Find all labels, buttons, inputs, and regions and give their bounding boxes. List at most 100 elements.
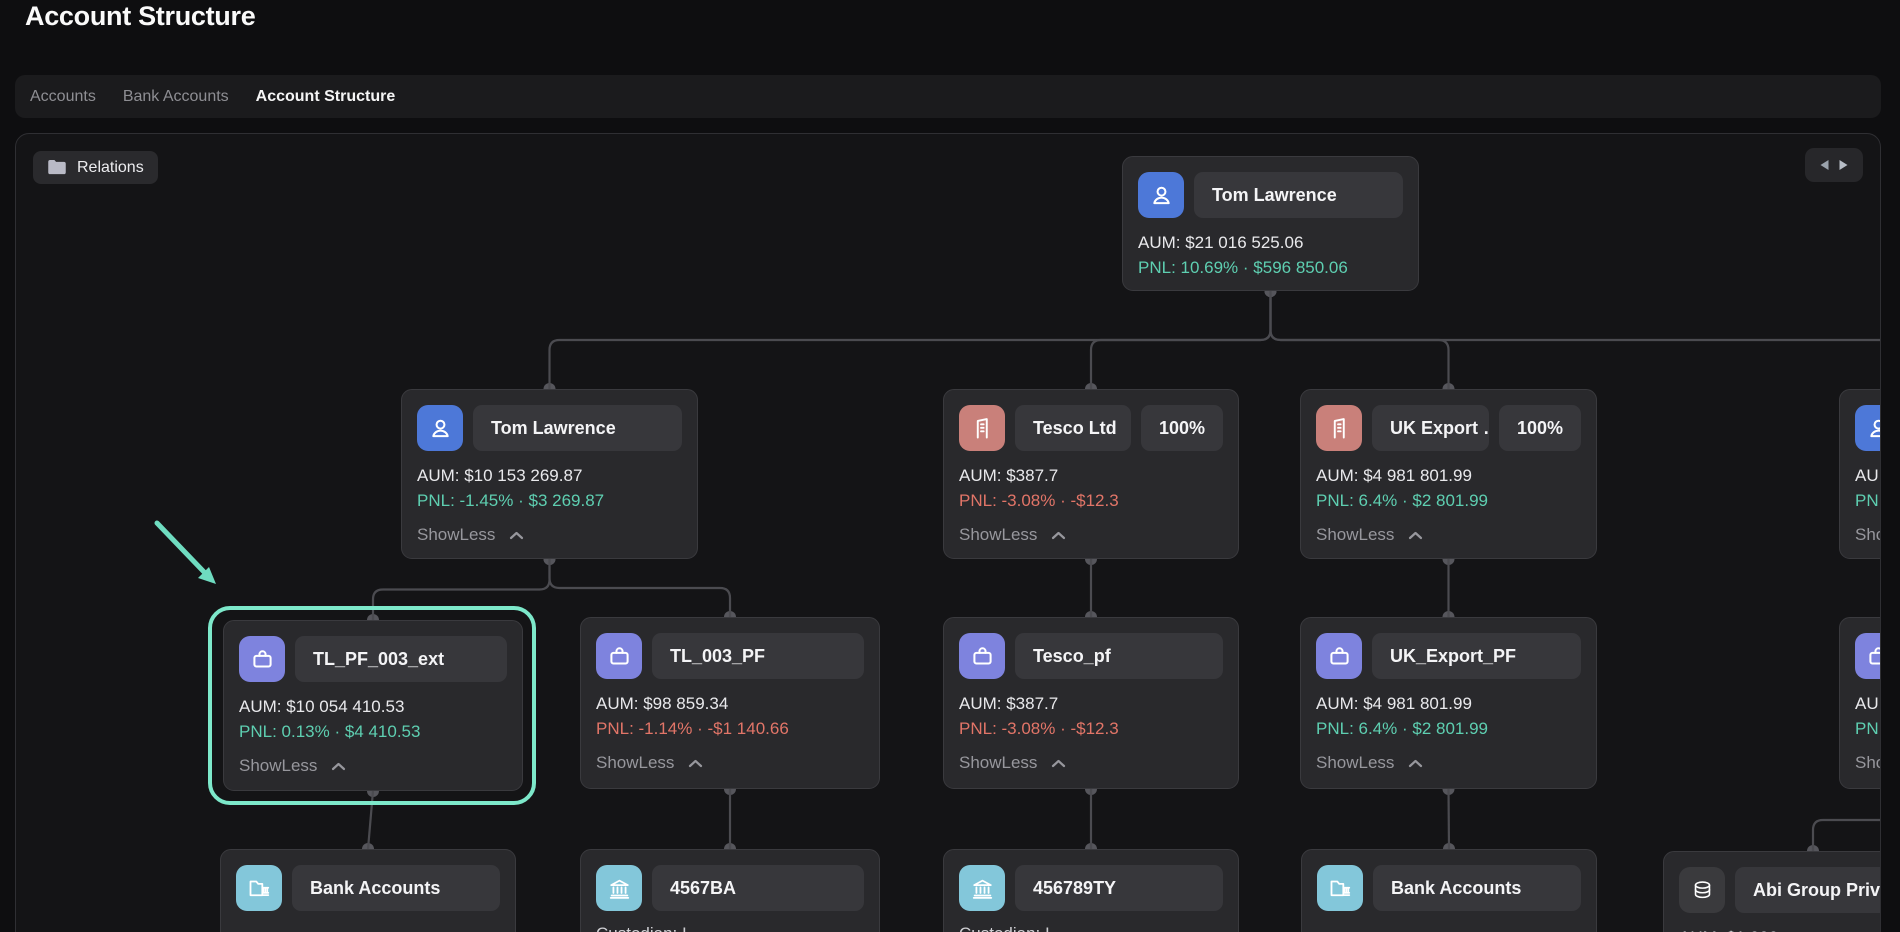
show-less-toggle[interactable]: ShowLess: [239, 756, 507, 776]
chevron-up-icon: [1408, 531, 1423, 540]
node-title: 456789TY: [1015, 865, 1223, 911]
aum-value: AUM: $21 016 525.06: [1138, 232, 1403, 254]
bank-icon: [959, 865, 1005, 911]
share-badge: 100%: [1141, 405, 1223, 451]
node-title: Abi Group Privat: [1735, 867, 1881, 913]
node-abi[interactable]: Abi Group Privat AUM: $1 000: [1663, 851, 1881, 932]
pan-right-button[interactable]: [1837, 158, 1850, 172]
person-icon: [417, 405, 463, 451]
show-less-label: ShowLess: [596, 753, 674, 773]
node-title: Bank Accounts: [1373, 865, 1581, 911]
chevron-up-icon: [1408, 759, 1423, 768]
show-less-toggle[interactable]: ShowLess: [417, 525, 682, 545]
portfolio-icon: [1855, 633, 1881, 679]
aum-value: AUM: $10 153 269.87: [417, 465, 682, 487]
node-b4567ba[interactable]: 4567BA Custodian: I: [580, 849, 880, 932]
node-tesco[interactable]: Tesco Ltd100% AUM: $387.7 PNL: -3.08% · -$…: [943, 389, 1239, 559]
show-less-toggle[interactable]: ShowLess: [959, 753, 1223, 773]
aum-value: AUM: $10 054 410.53: [239, 696, 507, 718]
coins-icon: [1679, 867, 1725, 913]
portfolio-icon: [239, 636, 285, 682]
tab-account-structure[interactable]: Account Structure: [256, 88, 396, 106]
node-title: UK_Export_PF: [1372, 633, 1581, 679]
node-p2[interactable]: AUM:PNL:ShowLess: [1839, 389, 1881, 559]
bank-folder-icon: [236, 865, 282, 911]
node-bank2[interactable]: Bank Accounts: [1301, 849, 1597, 932]
pan-left-button[interactable]: [1818, 158, 1831, 172]
show-less-label: ShowLess: [959, 753, 1037, 773]
show-less-label: ShowLess: [1316, 753, 1394, 773]
node-tescopf[interactable]: Tesco_pf AUM: $387.7 PNL: -3.08% · -$12.3 S…: [943, 617, 1239, 789]
aum-value: AUM: $4 981 801.99: [1316, 465, 1581, 487]
show-less-label: ShowLess: [1316, 525, 1394, 545]
bank-folder-icon: [1317, 865, 1363, 911]
portfolio-icon: [596, 633, 642, 679]
node-root[interactable]: Tom Lawrence AUM: $21 016 525.06 PNL: 10.6…: [1122, 156, 1419, 291]
portfolio-icon: [1316, 633, 1362, 679]
aum-value: AUM: $1 000: [1679, 927, 1881, 932]
aum-value: AUM: $4 981 801.99: [1316, 693, 1581, 715]
node-p3[interactable]: AUM: PNL: ShowLess: [1839, 617, 1881, 789]
pnl-value: PNL: 6.4% · $2 801.99: [1316, 490, 1581, 512]
show-less-label: ShowLess: [1855, 525, 1881, 545]
page-title: Account Structure: [25, 1, 255, 32]
pnl-value: PNL: -1.45% · $3 269.87: [417, 490, 682, 512]
show-less-toggle[interactable]: ShowLess: [959, 525, 1223, 545]
node-ukexport[interactable]: UK Export …100% AUM: $4 981 801.99 PNL: 6.…: [1300, 389, 1597, 559]
node-title: Tom Lawrence: [1194, 172, 1403, 218]
node-title: Bank Accounts: [292, 865, 500, 911]
pnl-value: PNL: 10.69% · $596 850.06: [1138, 257, 1403, 279]
show-less-toggle[interactable]: ShowLess: [1855, 753, 1881, 773]
portfolio-icon: [959, 633, 1005, 679]
node-subtext: Custodian: I: [596, 923, 864, 932]
person-icon: [1138, 172, 1184, 218]
aum-value: AUM: $387.7: [959, 465, 1223, 487]
pnl-value: PNL: -3.08% · -$12.3: [959, 718, 1223, 740]
folder-icon: [47, 159, 67, 176]
aum-value: AUM: $98 859.34: [596, 693, 864, 715]
show-less-label: ShowLess: [239, 756, 317, 776]
relations-button[interactable]: Relations: [33, 151, 158, 184]
pnl-value: PNL:: [1855, 718, 1881, 740]
company-icon: [959, 405, 1005, 451]
tab-bank-accounts[interactable]: Bank Accounts: [123, 88, 229, 106]
aum-value: AUM:: [1855, 693, 1881, 715]
node-title: 4567BA: [652, 865, 864, 911]
node-bank1[interactable]: Bank Accounts: [220, 849, 516, 932]
bank-icon: [596, 865, 642, 911]
pnl-value: PNL: -3.08% · -$12.3: [959, 490, 1223, 512]
node-tl003pf[interactable]: TL_003_PF AUM: $98 859.34 PNL: -1.14% · -$…: [580, 617, 880, 789]
aum-value: AUM:: [1855, 465, 1881, 487]
relations-button-label: Relations: [77, 159, 144, 177]
node-title: UK Export …: [1372, 405, 1489, 451]
node-subtext: Custodian: I: [959, 923, 1223, 932]
node-ukexportpf[interactable]: UK_Export_PF AUM: $4 981 801.99 PNL: 6.4% …: [1300, 617, 1597, 789]
show-less-toggle[interactable]: ShowLess: [1855, 525, 1881, 545]
pnl-value: PNL: 6.4% · $2 801.99: [1316, 718, 1581, 740]
aum-value: AUM: $387.7: [959, 693, 1223, 715]
node-tl2[interactable]: Tom Lawrence AUM: $10 153 269.87 PNL: -1.4…: [401, 389, 698, 559]
relations-canvas: Tom Lawrence AUM: $21 016 525.06 PNL: 10.6…: [15, 133, 1881, 932]
pnl-value: PNL: 0.13% · $4 410.53: [239, 721, 507, 743]
tab-accounts[interactable]: Accounts: [30, 88, 96, 106]
show-less-toggle[interactable]: ShowLess: [1316, 753, 1581, 773]
show-less-label: ShowLess: [959, 525, 1037, 545]
pager-control: [1805, 148, 1863, 182]
chevron-up-icon: [688, 759, 703, 768]
share-badge: 100%: [1499, 405, 1581, 451]
node-title: Tesco Ltd: [1015, 405, 1131, 451]
person-icon: [1855, 405, 1881, 451]
node-title: TL_003_PF: [652, 633, 864, 679]
node-b456789ty[interactable]: 456789TY Custodian: I: [943, 849, 1239, 932]
tab-bar: Accounts Bank Accounts Account Structure: [15, 75, 1881, 118]
show-less-toggle[interactable]: ShowLess: [1316, 525, 1581, 545]
node-title: Tesco_pf: [1015, 633, 1223, 679]
node-title: Tom Lawrence: [473, 405, 682, 451]
pnl-value: PNL: -1.14% · -$1 140.66: [596, 718, 864, 740]
show-less-toggle[interactable]: ShowLess: [596, 753, 864, 773]
node-tlpf003ext[interactable]: TL_PF_003_ext AUM: $10 054 410.53 PNL: 0.1…: [223, 620, 523, 791]
chevron-up-icon: [1051, 759, 1066, 768]
chevron-up-icon: [331, 762, 346, 771]
show-less-label: ShowLess: [417, 525, 495, 545]
node-title: TL_PF_003_ext: [295, 636, 507, 682]
